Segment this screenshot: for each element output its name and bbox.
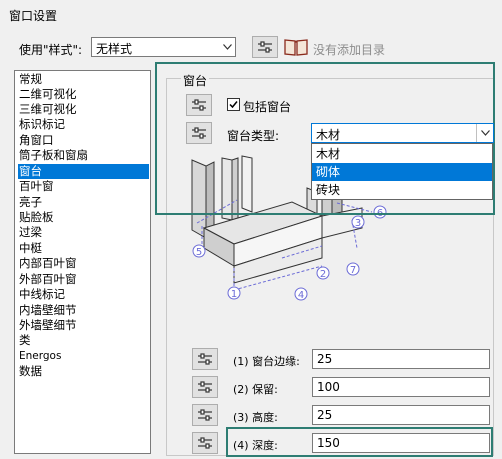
depth-settings-button[interactable] bbox=[192, 432, 218, 454]
chevron-down-icon bbox=[219, 38, 235, 56]
category-item-energos[interactable]: Energos bbox=[18, 349, 149, 364]
category-item-data[interactable]: 数据 bbox=[18, 364, 149, 379]
edge-settings-button[interactable] bbox=[192, 348, 218, 370]
category-item-lintel[interactable]: 过梁 bbox=[18, 225, 149, 240]
depth-input[interactable]: 150 bbox=[312, 433, 490, 453]
sliders-icon bbox=[258, 41, 272, 53]
category-item-marker[interactable]: 标识标记 bbox=[18, 117, 149, 132]
diagram-label-2: 2 bbox=[320, 269, 326, 280]
retention-value: 100 bbox=[317, 380, 340, 394]
category-item-corner-window[interactable]: 角窗口 bbox=[18, 133, 149, 148]
type-settings-button[interactable] bbox=[186, 122, 212, 144]
sill-type-dropdown[interactable]: 木材 砌体 砖块 bbox=[311, 143, 493, 200]
height-input[interactable]: 25 bbox=[312, 405, 490, 425]
category-item-mullion[interactable]: 中梃 bbox=[18, 241, 149, 256]
chevron-down-icon bbox=[476, 124, 493, 142]
depth-label: (4) 深度: bbox=[233, 439, 278, 452]
sill-type-select[interactable]: 木材 bbox=[311, 123, 494, 143]
sill-type-value: 木材 bbox=[316, 128, 341, 142]
category-item-sill[interactable]: 窗台 bbox=[18, 164, 149, 179]
category-item-transom[interactable]: 亮子 bbox=[18, 195, 149, 210]
category-item-2d[interactable]: 二维可视化 bbox=[18, 87, 149, 102]
category-item-trim[interactable]: 贴脸板 bbox=[18, 210, 149, 225]
diagram-label-1: 1 bbox=[231, 289, 237, 300]
category-item-inner-shutters[interactable]: 内部百叶窗 bbox=[18, 256, 149, 271]
depth-value: 150 bbox=[317, 436, 340, 450]
category-item-class[interactable]: 类 bbox=[18, 333, 149, 348]
style-select-value: 无样式 bbox=[96, 42, 133, 56]
category-list[interactable]: 常规 二维可视化 三维可视化 标识标记 角窗口 筒子板和窗扇 窗台 百叶窗 亮子… bbox=[14, 70, 151, 454]
include-sill-checkbox[interactable] bbox=[227, 98, 240, 111]
style-settings-button[interactable] bbox=[252, 36, 278, 58]
sill-type-label: 窗台类型: bbox=[227, 129, 280, 143]
height-value: 25 bbox=[317, 408, 333, 422]
style-label: 使用"样式": bbox=[19, 43, 83, 57]
category-item-outer-shutters[interactable]: 外部百叶窗 bbox=[18, 272, 149, 287]
style-select[interactable]: 无样式 bbox=[91, 37, 236, 57]
diagram-label-5: 5 bbox=[196, 247, 202, 258]
sill-type-option-wood[interactable]: 木材 bbox=[312, 145, 492, 163]
sliders-icon bbox=[198, 409, 212, 421]
sliders-icon bbox=[198, 437, 212, 449]
category-item-reveal-sash[interactable]: 筒子板和窗扇 bbox=[18, 148, 149, 163]
catalog-book-icon[interactable] bbox=[284, 38, 308, 56]
sliders-icon bbox=[192, 127, 206, 139]
diagram-label-4: 4 bbox=[298, 290, 304, 301]
checkmark-icon bbox=[229, 101, 238, 109]
edge-value: 25 bbox=[317, 352, 333, 366]
height-label: (3) 高度: bbox=[233, 411, 278, 424]
include-sill-label[interactable]: 包括窗台 bbox=[243, 98, 291, 115]
edge-label: (1) 窗台边缘: bbox=[233, 355, 300, 368]
category-item-outer-wall[interactable]: 外墙壁细节 bbox=[18, 318, 149, 333]
retention-settings-button[interactable] bbox=[192, 376, 218, 398]
category-item-inner-wall[interactable]: 内墙壁细节 bbox=[18, 303, 149, 318]
diagram-label-3: 3 bbox=[355, 218, 361, 229]
retention-input[interactable]: 100 bbox=[312, 377, 490, 397]
sill-type-option-brick[interactable]: 砖块 bbox=[312, 181, 492, 199]
sliders-icon bbox=[198, 353, 212, 365]
include-settings-button[interactable] bbox=[186, 94, 212, 116]
edge-input[interactable]: 25 bbox=[312, 349, 490, 369]
diagram-label-7: 7 bbox=[350, 265, 356, 276]
category-item-3d[interactable]: 三维可视化 bbox=[18, 102, 149, 117]
no-catalog-label: 没有添加目录 bbox=[313, 43, 386, 57]
height-settings-button[interactable] bbox=[192, 404, 218, 426]
sill-type-option-masonry[interactable]: 砌体 bbox=[312, 163, 492, 181]
window-title: 窗口设置 bbox=[9, 9, 58, 23]
category-item-general[interactable]: 常规 bbox=[18, 72, 149, 87]
retention-label: (2) 保留: bbox=[233, 383, 278, 396]
category-item-centerline[interactable]: 中线标记 bbox=[18, 287, 149, 302]
category-item-shutters[interactable]: 百叶窗 bbox=[18, 179, 149, 194]
sliders-icon bbox=[192, 99, 206, 111]
sliders-icon bbox=[198, 381, 212, 393]
